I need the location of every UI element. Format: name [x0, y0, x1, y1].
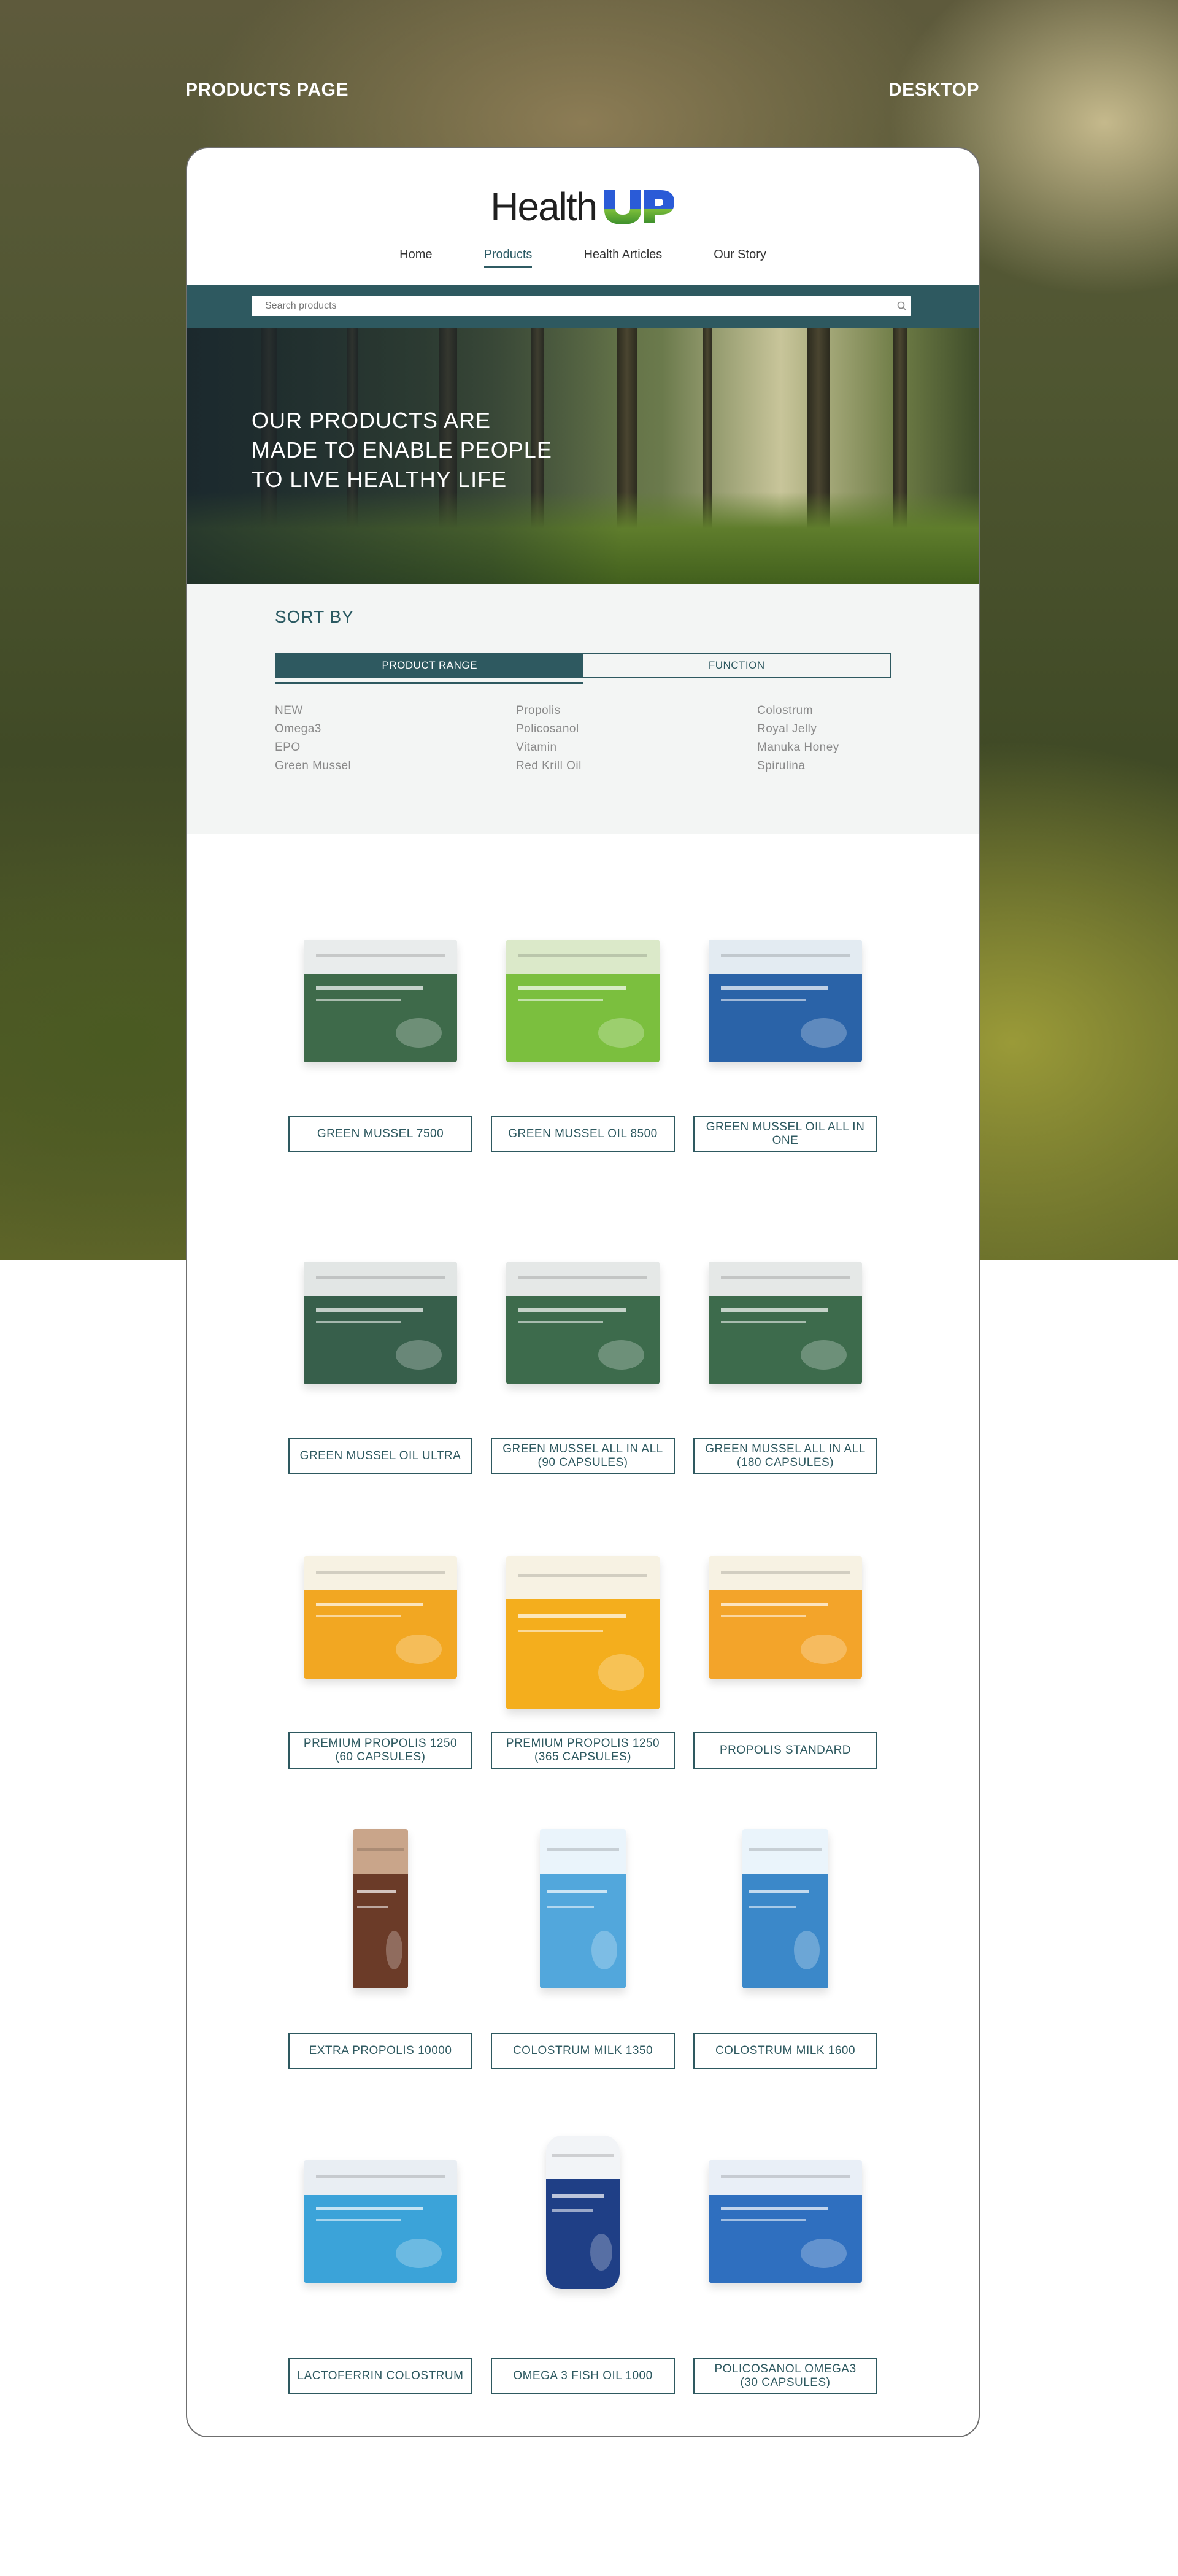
- nav-our-story[interactable]: Our Story: [688, 248, 792, 262]
- product-image[interactable]: [742, 1829, 828, 1988]
- product-name-button[interactable]: GREEN MUSSEL ALL IN ALL (180 CAPSULES): [693, 1438, 877, 1474]
- filter-spirulina[interactable]: Spirulina: [757, 759, 979, 773]
- filter-policosanol[interactable]: Policosanol: [516, 723, 757, 736]
- page-label: PRODUCTS PAGE: [185, 80, 348, 100]
- product-image[interactable]: [506, 1556, 660, 1709]
- search-bar: [187, 285, 979, 328]
- filter-propolis[interactable]: Propolis: [516, 704, 757, 718]
- product-name-button[interactable]: GREEN MUSSEL OIL ULTRA: [288, 1438, 472, 1474]
- product-image[interactable]: [353, 1829, 408, 1988]
- filter-epo[interactable]: EPO: [275, 741, 516, 754]
- product-name-button[interactable]: GREEN MUSSEL OIL 8500: [491, 1116, 675, 1152]
- product-image[interactable]: [506, 1262, 660, 1384]
- tab-function[interactable]: FUNCTION: [583, 654, 891, 677]
- filter-colostrum[interactable]: Colostrum: [757, 704, 979, 718]
- brand-up-mark: [604, 190, 674, 224]
- product-image[interactable]: [304, 1262, 457, 1384]
- product-name-button[interactable]: GREEN MUSSEL OIL ALL IN ONE: [693, 1116, 877, 1152]
- product-name-button[interactable]: PREMIUM PROPOLIS 1250 (365 CAPSULES): [491, 1732, 675, 1769]
- sort-tabs: PRODUCT RANGE FUNCTION: [275, 653, 891, 678]
- filter-manuka-honey[interactable]: Manuka Honey: [757, 741, 979, 754]
- product-image[interactable]: [709, 2160, 862, 2283]
- brand-logo[interactable]: Health: [187, 184, 979, 229]
- product-image[interactable]: [304, 940, 457, 1062]
- active-tab-indicator: [275, 682, 583, 684]
- product-image[interactable]: [709, 940, 862, 1062]
- product-name-button[interactable]: GREEN MUSSEL ALL IN ALL (90 CAPSULES): [491, 1438, 675, 1474]
- sort-section: SORT BY PRODUCT RANGE FUNCTION NEW Propo…: [187, 584, 979, 834]
- filter-list: NEW Propolis Colostrum Omega3 Policosano…: [275, 704, 979, 773]
- product-name-button[interactable]: PROPOLIS STANDARD: [693, 1732, 877, 1769]
- search-box: [252, 296, 911, 316]
- product-name-button[interactable]: PREMIUM PROPOLIS 1250 (60 CAPSULES): [288, 1732, 472, 1769]
- viewport-label: DESKTOP: [888, 80, 979, 100]
- filter-omega3[interactable]: Omega3: [275, 723, 516, 736]
- product-name-button[interactable]: EXTRA PROPOLIS 10000: [288, 2033, 472, 2069]
- search-input[interactable]: [252, 301, 893, 312]
- filter-green-mussel[interactable]: Green Mussel: [275, 759, 516, 773]
- nav-products[interactable]: Products: [458, 248, 558, 268]
- tab-product-range[interactable]: PRODUCT RANGE: [276, 654, 583, 677]
- sort-title: SORT BY: [275, 607, 354, 626]
- hero-banner: OUR PRODUCTS ARE MADE TO ENABLE PEOPLE T…: [187, 328, 979, 584]
- filter-red-krill-oil[interactable]: Red Krill Oil: [516, 759, 757, 773]
- product-image[interactable]: [709, 1262, 862, 1384]
- filter-royal-jelly[interactable]: Royal Jelly: [757, 723, 979, 736]
- filter-new[interactable]: NEW: [275, 704, 516, 718]
- product-image[interactable]: [304, 2160, 457, 2283]
- product-name-button[interactable]: COLOSTRUM MILK 1600: [693, 2033, 877, 2069]
- nav-health-articles[interactable]: Health Articles: [558, 248, 688, 262]
- product-name-button[interactable]: OMEGA 3 FISH OIL 1000: [491, 2358, 675, 2394]
- product-image[interactable]: [709, 1556, 862, 1679]
- hero-title: OUR PRODUCTS ARE MADE TO ENABLE PEOPLE T…: [252, 408, 552, 492]
- product-image[interactable]: [540, 1829, 626, 1988]
- brand-name: Health: [490, 185, 598, 229]
- main-nav: Home Products Health Articles Our Story: [187, 248, 979, 268]
- product-name-button[interactable]: GREEN MUSSEL 7500: [288, 1116, 472, 1152]
- product-image[interactable]: [506, 940, 660, 1062]
- product-image[interactable]: [304, 1556, 457, 1679]
- nav-home[interactable]: Home: [374, 248, 458, 262]
- product-name-button[interactable]: COLOSTRUM MILK 1350: [491, 2033, 675, 2069]
- product-image[interactable]: [546, 2136, 620, 2289]
- search-icon[interactable]: [893, 297, 911, 315]
- product-name-button[interactable]: POLICOSANOL OMEGA3 (30 CAPSULES): [693, 2358, 877, 2394]
- filter-vitamin[interactable]: Vitamin: [516, 741, 757, 754]
- desktop-mockup-card: Health Home Products Health Articles Our…: [186, 147, 980, 2437]
- product-name-button[interactable]: LACTOFERRIN COLOSTRUM: [288, 2358, 472, 2394]
